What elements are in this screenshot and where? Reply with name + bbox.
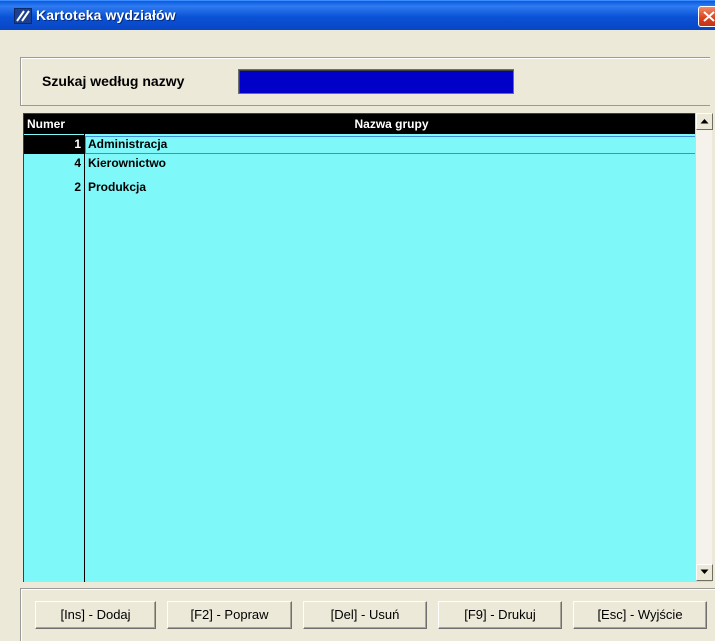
row-name: Kierownictwo — [88, 156, 167, 170]
search-label: Szukaj według nazwy — [42, 73, 185, 89]
departments-grid[interactable]: Numer Nazwa grupy 1 Administracja 4 Kier… — [23, 113, 712, 582]
selected-cell-outline — [85, 136, 696, 154]
grid-header: Numer Nazwa grupy — [24, 114, 697, 134]
scroll-down-button[interactable] — [696, 564, 713, 581]
table-row[interactable]: 4 Kierownictwo — [24, 154, 697, 173]
exit-button[interactable]: [Esc] - Wyjście — [573, 601, 707, 629]
row-number: 4 — [74, 156, 81, 170]
row-name: Administracja — [88, 137, 168, 151]
delete-button[interactable]: [Del] - Usuń — [303, 601, 427, 629]
row-name: Produkcja — [88, 180, 147, 194]
add-button[interactable]: [Ins] - Dodaj — [35, 601, 156, 629]
search-input[interactable] — [238, 69, 514, 94]
row-number: 1 — [24, 135, 84, 154]
app-logo-icon — [14, 8, 32, 24]
search-panel: Szukaj według nazwy — [20, 57, 710, 106]
print-button[interactable]: [F9] - Drukuj — [438, 601, 562, 629]
button-panel: [Ins] - Dodaj [F2] - Popraw [Del] - Usuń… — [20, 588, 715, 641]
close-icon — [703, 11, 715, 22]
window-title: Kartoteka wydziałów — [36, 7, 176, 23]
title-bar: Kartoteka wydziałów — [0, 0, 715, 30]
column-header-number[interactable]: Numer — [27, 117, 65, 131]
vertical-scrollbar[interactable] — [695, 113, 713, 581]
close-button[interactable] — [698, 6, 715, 27]
table-row[interactable]: 1 Administracja — [24, 135, 697, 154]
arrow-up-icon — [700, 119, 709, 124]
column-header-name[interactable]: Nazwa grupy — [86, 117, 697, 131]
table-row[interactable]: 2 Produkcja — [24, 178, 697, 197]
arrow-down-icon — [700, 569, 709, 574]
edit-button[interactable]: [F2] - Popraw — [167, 601, 292, 629]
scroll-up-button[interactable] — [696, 113, 713, 130]
row-number: 2 — [74, 180, 81, 194]
